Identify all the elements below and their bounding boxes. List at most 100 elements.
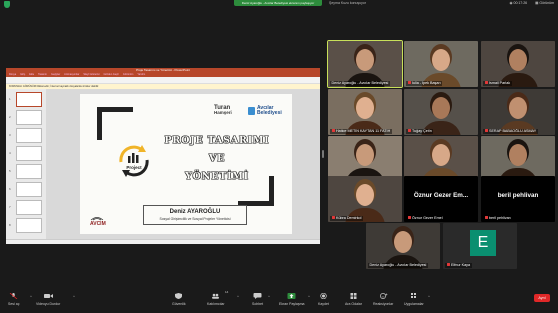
ribbon-tab[interactable]: Tasarım [38,73,47,77]
record-icon [320,293,327,299]
avcim-logo: AVCIM [90,216,106,227]
slide-thumbnail-number: 7 [9,205,11,209]
participant-name-label: Hatice METİN KAYTAN 11 FATİH [330,129,392,134]
screen-share-banner[interactable]: Deniz Ayaroğlu - Avcılar Belediyesi ekra… [234,0,322,6]
apps-grid-icon [411,293,417,298]
participant-name: Deniz Ayaroğlu - Avcılar Belediyesi [331,81,389,85]
participant-tile[interactable]: Öznur Gezer Em... Öznur Gezer Emel [404,176,478,222]
participant-tile[interactable]: beril pehlivan beril pehlivan [481,176,555,222]
slide-thumbnail-number: 4 [9,151,11,155]
participants-button[interactable]: Katılımcılar [207,293,225,306]
participant-tile[interactable]: Iulia - İpek Başarı [404,41,478,87]
chat-options-chevron-icon[interactable]: ^ [268,294,270,299]
avatar: E [470,230,496,256]
shield-icon [175,293,183,299]
slide-title: PROJE TASARIMI VE YÖNETİMİ [152,132,282,186]
microphone-muted-icon [9,293,18,299]
presenter-role: Sosyal Girişimcilik ve Sosyal Projeler Y… [159,217,231,221]
participant-name: Kübra Demirkol [336,216,362,220]
video-camera-icon [43,294,53,298]
participant-name-label: İsmail Parlak [483,81,512,86]
slide-thumbnail[interactable] [16,182,42,197]
participant-name: Deniz Ayaroğlu - Avcılar Belediyesi [369,263,427,267]
ribbon-tab[interactable]: Dosya [9,73,16,77]
record-button[interactable]: Kaydet [318,293,329,306]
slide-title-line: PROJE TASARIMI [164,135,270,146]
presenter-box: Deniz AYAROĞLU Sosyal Girişimcilik ve So… [143,205,247,225]
slide-thumbnail[interactable] [16,128,42,143]
breakout-rooms-button[interactable]: Ara Odalar [345,293,362,306]
slide-thumbnail-number: 1 [9,97,11,101]
participant-name-label: beril pehlivan [483,216,513,221]
layout-splitter-handle[interactable] [322,150,324,158]
slide: Project PROJE TASARIMI VE YÖNETİMİ Turan… [80,94,292,234]
powerpoint-ribbon [6,77,320,84]
participant-tile[interactable]: SERAP BABAOĞLU ASMAY [481,89,555,135]
stop-video-button[interactable]: Videoyu Durdur [36,293,60,306]
ribbon-tab[interactable]: Gözden Geçir [103,73,118,77]
participant-name: beril pehlivan [489,216,511,220]
presenter-name: Deniz AYAROĞLU [169,209,221,215]
meeting-toolbar: Sesi aç ^ Videoyu Durdur ^ Güvenlik Katı… [0,288,558,313]
ribbon-tab[interactable]: Görünüm [123,73,133,77]
slide-thumbnail[interactable] [16,110,42,125]
smiley-plus-icon [379,293,388,299]
top-right-controls: ◉ 00:17:26 ▦ Görünüm [509,0,554,6]
ribbon-tab[interactable]: Animasyonlar [64,73,79,77]
participant-tile[interactable]: Tuğay Çetin [404,89,478,135]
microphone-muted-icon [484,216,488,220]
slide-title-line: YÖNETİMİ [185,171,249,182]
slide-thumbnail[interactable] [16,164,42,179]
frame-corner-top-left [97,107,133,140]
breakout-rooms-icon [350,293,357,299]
chat-button[interactable]: Sohbet [252,293,263,306]
participant-tile[interactable]: Deniz Ayaroğlu - Avcılar Belediyesi [366,223,440,269]
participants-options-chevron-icon[interactable]: ^ [237,294,239,299]
microphone-muted-icon [407,129,411,133]
ribbon-tab[interactable]: Giriş [20,73,25,77]
participant-name-label: Deniz Ayaroğlu - Avcılar Belediyesi [330,81,390,86]
ribbon-tab[interactable]: Ekle [29,73,34,77]
microphone-muted-icon [407,216,411,220]
top-bar: Deniz Ayaroğlu - Avcılar Belediyesi ekra… [0,0,558,10]
microphone-muted-icon [484,81,488,85]
share-options-chevron-icon[interactable]: ^ [308,294,310,299]
participant-name: Hatice METİN KAYTAN 11 FATİH [336,129,391,133]
participant-name: SERAP BABAOĞLU ASMAY [489,129,537,133]
reactions-button[interactable]: Reaksiyonlar [373,293,393,306]
slide-canvas: Project PROJE TASARIMI VE YÖNETİMİ Turan… [46,89,320,239]
video-options-chevron-icon[interactable]: ^ [73,294,75,299]
participant-name-label: Deniz Ayaroğlu - Avcılar Belediyesi [368,263,428,268]
participants-count: 14 [225,290,229,294]
slide-thumbnail[interactable] [16,146,42,161]
audio-options-chevron-icon[interactable]: ^ [30,294,32,299]
leave-button[interactable]: Ayrıl [534,294,550,302]
slide-thumbnail-number: 8 [9,223,11,227]
participant-tile[interactable]: İsmail Parlak [481,41,555,87]
ribbon-tab[interactable]: Yardım [137,73,145,77]
microphone-muted-icon [331,216,335,220]
participant-tile[interactable]: Hatice METİN KAYTAN 11 FATİH [328,89,402,135]
participant-tile[interactable]: E Elfnur Kaya [443,223,517,269]
participant-display-name: beril pehlivan [497,192,539,199]
slide-thumbnail-number: 5 [9,169,11,173]
microphone-muted-icon [484,129,488,133]
slide-thumbnail[interactable] [16,218,42,233]
slide-thumbnail[interactable] [16,200,42,215]
ribbon-tab[interactable]: Geçişler [51,73,60,77]
ribbon-tab[interactable]: Slayt Gösterisi [83,73,99,77]
participant-tile[interactable]: Kübra Demirkol [328,176,402,222]
apps-options-chevron-icon[interactable]: ^ [428,294,430,299]
avcilar-belediyesi-logo: Avcılar Belediyesi [248,105,282,116]
participant-tile[interactable]: Deniz Ayaroğlu - Avcılar Belediyesi [327,40,403,88]
slide-thumbnail[interactable] [16,92,42,107]
share-screen-button[interactable]: Ekran Paylaşma [279,293,304,306]
apps-button[interactable]: Uygulamalar [404,293,424,306]
security-button[interactable]: Güvenlik [172,293,186,306]
participant-name: Öznur Gezer Emel [412,216,443,220]
view-button[interactable]: ▦ Görünüm [535,0,554,6]
mute-button[interactable]: Sesi aç [8,293,19,306]
shield-icon[interactable] [4,1,10,8]
turan-hamseri-logo: Turan Hamşeri [214,105,232,115]
participant-name-label: Öznur Gezer Emel [406,216,445,221]
